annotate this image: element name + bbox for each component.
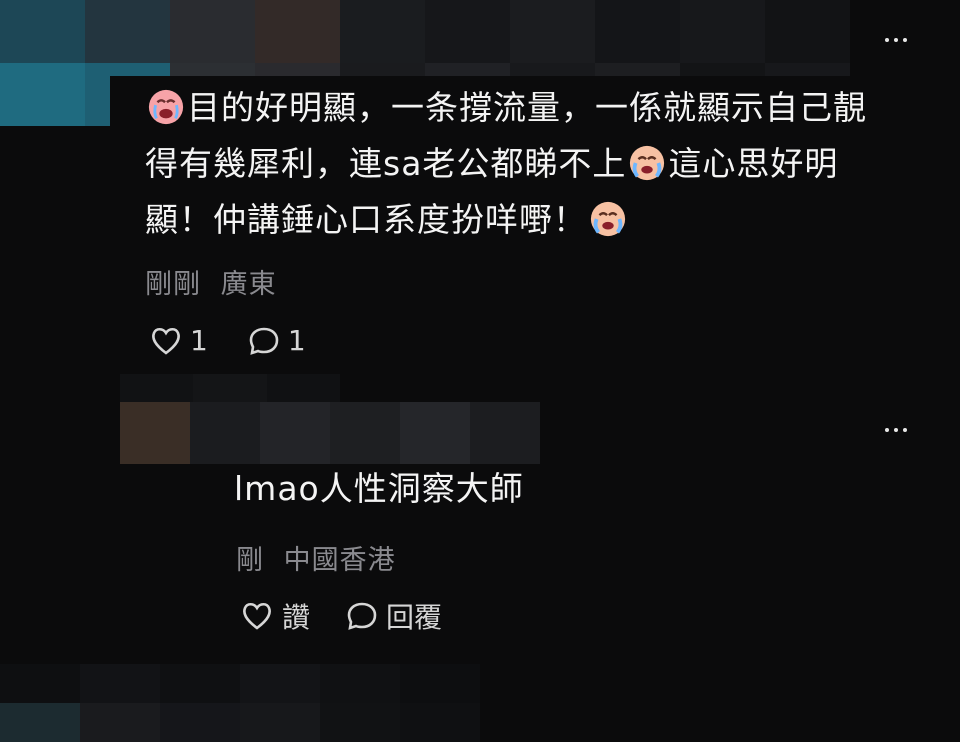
reply-body: lmao人性洞察大師 bbox=[234, 469, 524, 508]
like-button[interactable]: 1 bbox=[150, 324, 208, 357]
pixelated-censor-block bbox=[120, 402, 540, 464]
heart-outline-icon bbox=[243, 602, 271, 630]
comment-time: 剛剛 bbox=[145, 269, 201, 300]
speech-bubble-icon bbox=[347, 602, 377, 630]
comment-location: 廣東 bbox=[220, 269, 277, 300]
pixelated-censor-block bbox=[0, 664, 480, 742]
threads-comment-page: 目的好明顯，一条撐流量，一係就顯示自己靚 得有幾犀利，連sa老公都睇不上 這心思好… bbox=[0, 0, 960, 742]
comment-line-2: 得有幾犀利，連sa老公都睇不上 這心思好明 bbox=[145, 136, 925, 192]
comment-button[interactable]: 1 bbox=[248, 324, 306, 357]
heart-outline-icon bbox=[152, 327, 180, 355]
like-button[interactable]: 讚 bbox=[240, 596, 310, 636]
comment-count: 1 bbox=[287, 324, 306, 357]
crying-face-icon bbox=[590, 201, 626, 237]
comment-text-line: 這心思好明 bbox=[668, 144, 839, 183]
comment-body: 目的好明顯，一条撐流量，一係就顯示自己靚 得有幾犀利，連sa老公都睇不上 這心思好… bbox=[145, 80, 925, 248]
reply-actions: 讚 回覆 bbox=[240, 596, 442, 636]
reply-location: 中國香港 bbox=[283, 545, 396, 576]
reply-button[interactable]: 回覆 bbox=[346, 596, 442, 636]
like-label: 讚 bbox=[282, 601, 311, 634]
pixelated-censor-block bbox=[120, 374, 340, 402]
comment-text-line: 目的好明顯，一条撐流量，一係就顯示自己靚 bbox=[187, 88, 867, 127]
reply-time: 剛 bbox=[236, 545, 264, 576]
reply-label: 回覆 bbox=[386, 601, 443, 634]
more-options-button[interactable] bbox=[876, 420, 916, 440]
crying-face-icon bbox=[630, 145, 665, 181]
comment-text-line: 得有幾犀利，連sa老公都睇不上 bbox=[145, 144, 627, 183]
reply-meta: 剛 中國香港 bbox=[236, 538, 396, 577]
comment-actions: 1 1 bbox=[150, 324, 306, 357]
comment-line-3: 顯！仲講錘心口系度扮咩嘢！ bbox=[145, 192, 925, 248]
more-options-button[interactable] bbox=[876, 30, 916, 50]
crying-face-icon bbox=[148, 89, 184, 125]
comment-line-1: 目的好明顯，一条撐流量，一係就顯示自己靚 bbox=[145, 80, 925, 136]
speech-bubble-icon bbox=[249, 327, 279, 355]
comment-text-line: 顯！仲講錘心口系度扮咩嘢！ bbox=[145, 200, 587, 239]
like-count: 1 bbox=[190, 324, 208, 357]
comment-meta: 剛剛 廣東 bbox=[145, 262, 277, 301]
